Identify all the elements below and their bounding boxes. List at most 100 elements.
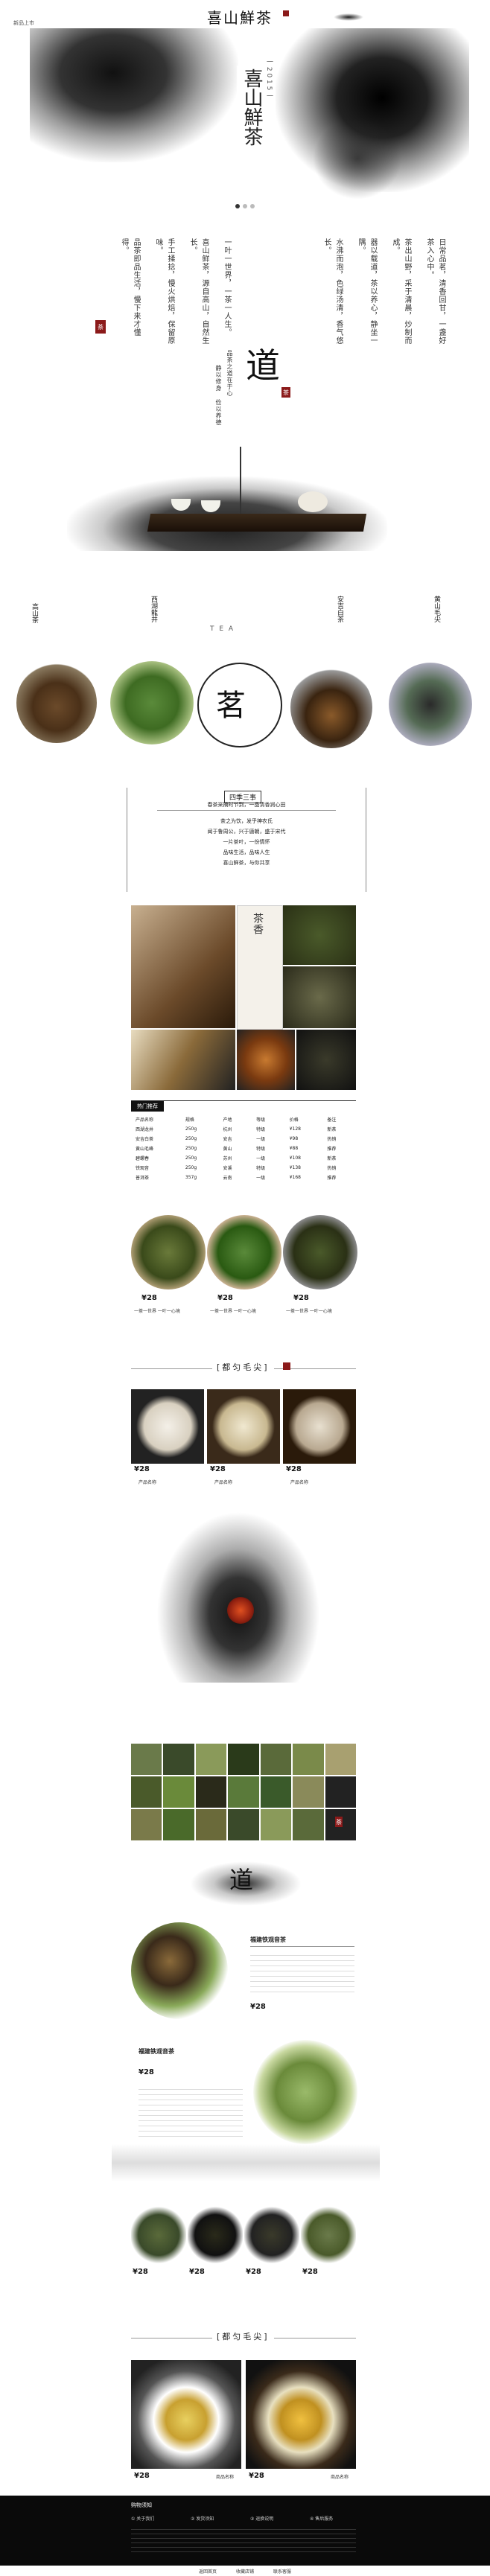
leaf-product-image[interactable] bbox=[188, 2205, 243, 2265]
footer-link[interactable]: 联系客服 bbox=[273, 2568, 291, 2575]
table-header-row: 产品名称 规格 产地 等级 价格 备注 bbox=[131, 1115, 356, 1124]
cup-product-image[interactable] bbox=[131, 2360, 241, 2469]
table-row[interactable]: 黄山毛峰 250g 黄山 特级 ¥88 推荐 bbox=[131, 1144, 356, 1153]
footer-link[interactable]: 收藏店铺 bbox=[236, 2568, 254, 2575]
leaf-product-image[interactable] bbox=[131, 2205, 186, 2265]
footer-col[interactable]: ① 关于我们 bbox=[131, 2515, 154, 2522]
table-header-cell: 备注 bbox=[327, 1118, 337, 1123]
table-cell: 一级 bbox=[256, 1176, 266, 1181]
table-cell: 特级 bbox=[256, 1127, 266, 1132]
grid-cell[interactable] bbox=[131, 1809, 162, 1840]
photo-dark-leaves[interactable] bbox=[296, 1030, 356, 1090]
product-desc: 一茶一世界 一叶一心境 bbox=[134, 1309, 180, 1314]
grid-cell[interactable] bbox=[228, 1744, 259, 1775]
cake-product-image[interactable] bbox=[131, 1389, 204, 1464]
nav-item[interactable]: 新品上市 bbox=[13, 19, 34, 27]
intro-column: 水沸而泡，色绿汤清，香气悠长。 bbox=[322, 238, 343, 345]
product-price: ¥28 bbox=[189, 2268, 205, 2276]
grid-cell[interactable] bbox=[293, 1744, 324, 1775]
carousel-dots[interactable] bbox=[235, 204, 255, 208]
intro-column: 器以载道，茶以养心，静坐一隅。 bbox=[357, 238, 377, 345]
grid-cell[interactable] bbox=[325, 1744, 356, 1775]
grid-cell[interactable] bbox=[195, 1809, 227, 1840]
table-cell: 苏州 bbox=[223, 1156, 232, 1161]
dao2-character: 道 bbox=[229, 1866, 254, 1894]
grid-cell[interactable] bbox=[131, 1744, 162, 1775]
photo-leaves[interactable] bbox=[283, 905, 356, 965]
tea-type-label: 安吉白茶 bbox=[336, 596, 343, 622]
table-row[interactable]: 普洱茶 357g 云南 一级 ¥168 推荐 bbox=[131, 1173, 356, 1182]
grid-cell[interactable] bbox=[293, 1809, 324, 1840]
grid-cell[interactable] bbox=[260, 1744, 292, 1775]
grid-cell[interactable] bbox=[228, 1776, 259, 1808]
intro-column: 品茶即品生活，慢下来才懂得。 bbox=[120, 238, 140, 337]
footer-col[interactable]: ② 发货须知 bbox=[191, 2515, 214, 2522]
intro-column: 喜山鲜茶，源自高山，自然生长。 bbox=[188, 238, 209, 345]
footer-link[interactable]: 返回首页 bbox=[199, 2568, 217, 2575]
feature2-image[interactable] bbox=[253, 2040, 357, 2144]
hero-title: 喜山鮮茶 bbox=[237, 66, 267, 149]
grid-cell[interactable] bbox=[131, 1776, 162, 1808]
tea-leaf-grid bbox=[131, 1744, 356, 1840]
dao-character: 道 bbox=[246, 345, 280, 386]
table-cell: 安吉白茶 bbox=[136, 1137, 154, 1142]
section2-seal bbox=[283, 1362, 290, 1370]
carousel-dot[interactable] bbox=[243, 204, 247, 208]
table-cell: 250g bbox=[185, 1136, 197, 1141]
grid-cell[interactable] bbox=[260, 1809, 292, 1840]
cake-product-image[interactable] bbox=[207, 1389, 280, 1464]
table-cell: ¥138 bbox=[289, 1165, 301, 1170]
circle-product-image[interactable] bbox=[283, 1215, 357, 1289]
carousel-dot[interactable] bbox=[250, 204, 255, 208]
grid-cell[interactable] bbox=[260, 1776, 292, 1808]
footer-col[interactable]: ④ 售后服务 bbox=[310, 2515, 333, 2522]
photo-teapour[interactable] bbox=[131, 905, 235, 1028]
footer-text-lines bbox=[131, 2525, 356, 2555]
circle-product-image[interactable] bbox=[131, 1215, 206, 1289]
grid-cell[interactable] bbox=[163, 1809, 194, 1840]
leaf-product-image[interactable] bbox=[244, 2205, 299, 2265]
product-price: ¥28 bbox=[210, 1465, 226, 1473]
footer-heading: 购物须知 bbox=[131, 2502, 152, 2508]
table-row[interactable]: 安吉白茶 250g 安吉 一级 ¥98 热销 bbox=[131, 1134, 356, 1144]
grid-cell[interactable] bbox=[163, 1744, 194, 1775]
feature1-price: ¥28 bbox=[250, 2003, 266, 2011]
tea-image-2[interactable] bbox=[110, 661, 194, 745]
product-price: ¥28 bbox=[134, 2472, 150, 2480]
header-ink-decoration bbox=[334, 13, 363, 21]
product-label: 产品名称 bbox=[290, 1480, 309, 1485]
grid-cell[interactable] bbox=[163, 1776, 194, 1808]
table-cell: 新茶 bbox=[327, 1156, 337, 1161]
feature1-divider bbox=[250, 1946, 354, 1947]
leaf-product-image[interactable] bbox=[301, 2205, 356, 2265]
dao-line: 静以修身 俭以养德 bbox=[215, 365, 222, 426]
cup-product-image[interactable] bbox=[246, 2360, 356, 2469]
grid-cell[interactable] bbox=[228, 1809, 259, 1840]
grid-cell[interactable] bbox=[325, 1776, 356, 1808]
table-row[interactable]: 西湖龙井 250g 杭州 特级 ¥128 新茶 bbox=[131, 1124, 356, 1134]
logo[interactable]: 喜山鮮茶 bbox=[207, 6, 273, 28]
circle-product-image[interactable] bbox=[207, 1215, 281, 1289]
story-line: 春茶采摘时节到，一品清香润心田 bbox=[207, 802, 286, 808]
grid-cell[interactable] bbox=[195, 1776, 227, 1808]
cake-product-image[interactable] bbox=[283, 1389, 356, 1464]
footer-col[interactable]: ③ 退换说明 bbox=[250, 2515, 273, 2522]
table-cell: ¥168 bbox=[289, 1175, 301, 1180]
table-cell: 热销 bbox=[327, 1137, 337, 1142]
photo-rolled[interactable] bbox=[283, 966, 356, 1028]
hot-table: 热门推荐 产品名称 规格 产地 等级 价格 备注 西湖龙井 250g 杭州 特级 ¥12… bbox=[131, 1100, 356, 1181]
product-label: 产品名称 bbox=[139, 1480, 157, 1485]
grid-cell[interactable] bbox=[293, 1776, 324, 1808]
table-row[interactable]: 铁观音 250g 安溪 特级 ¥138 热销 bbox=[131, 1163, 356, 1173]
tea-image-1[interactable] bbox=[16, 663, 97, 743]
table-header-cell: 规格 bbox=[185, 1118, 194, 1123]
photo-cup[interactable] bbox=[237, 1030, 295, 1090]
carousel-dot[interactable] bbox=[235, 204, 240, 208]
feature1-image[interactable] bbox=[131, 1922, 228, 2019]
table-cell: 云南 bbox=[223, 1176, 232, 1181]
photo-scoop[interactable] bbox=[131, 1030, 235, 1090]
tea-image-4[interactable] bbox=[389, 663, 472, 746]
grid-cell[interactable] bbox=[195, 1744, 227, 1775]
table-row[interactable]: 碧螺春 250g 苏州 一级 ¥108 新茶 bbox=[131, 1153, 356, 1163]
tea-image-3[interactable] bbox=[290, 666, 372, 748]
